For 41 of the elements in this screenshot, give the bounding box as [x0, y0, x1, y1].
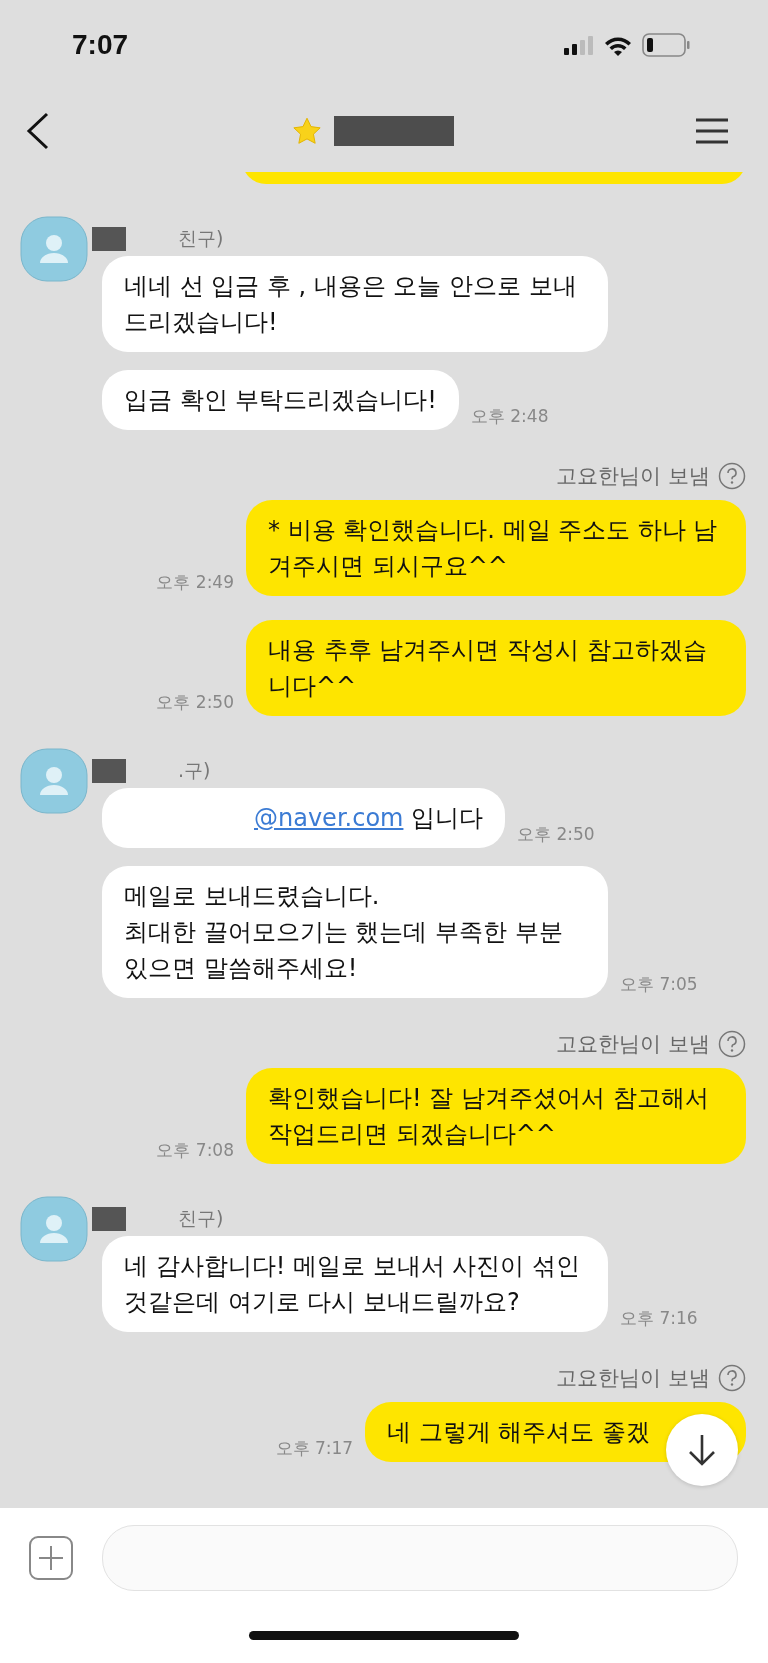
- message-time: 오후 7:16: [620, 1307, 698, 1330]
- status-time: 7:07: [72, 29, 129, 61]
- message-bubble: 네네 선 입금 후 , 내용은 오늘 안으로 보내드리겠습니다!: [102, 256, 608, 352]
- arrow-down-icon: [687, 1433, 717, 1467]
- back-icon[interactable]: [26, 112, 50, 150]
- message-time: 오후 2:49: [156, 571, 234, 594]
- wifi-icon: [604, 34, 632, 56]
- help-icon[interactable]: [718, 1364, 746, 1392]
- sender-note: 고요한님이 보냄: [556, 1031, 710, 1058]
- message-time: 오후 7:17: [275, 1437, 354, 1460]
- message-time: 오후 2:50: [156, 691, 234, 714]
- message-time: 오후 7:08: [156, 1139, 234, 1162]
- message-text: 입니다: [411, 804, 484, 832]
- signal-icon: [564, 35, 594, 55]
- message-time: 오후 2:50: [517, 823, 595, 846]
- message-bubble: 메일로 보내드렸습니다. 최대한 끌어모으기는 했는데 부족한 부분 있으면 말씀해주세요!: [102, 866, 608, 998]
- scroll-down-button[interactable]: [666, 1414, 738, 1486]
- sender-note: 고요한님이 보냄: [556, 463, 710, 490]
- help-icon[interactable]: [718, 1030, 746, 1058]
- message-bubble: 네 감사합니다! 메일로 보내서 사진이 섞인 것같은데 여기로 다시 보내드릴까요?: [102, 1236, 608, 1332]
- redaction-mark: [92, 759, 126, 783]
- avatar-icon[interactable]: [20, 1196, 88, 1262]
- message-time: 오후 2:48: [470, 405, 549, 428]
- message-bubble: 확인했습니다! 잘 남겨주셨어서 참고해서 작업드리면 되겠습니다^^: [246, 1068, 746, 1164]
- redaction-mark: [92, 227, 126, 251]
- sender-name: 친구): [178, 226, 224, 251]
- sender-name: .구): [178, 758, 211, 783]
- menu-icon[interactable]: [696, 118, 728, 144]
- message-bubble: 내용 추후 남겨주시면 작성시 참고하겠습니다^^: [246, 620, 746, 716]
- sender-name: 친구): [178, 1206, 224, 1231]
- avatar-icon[interactable]: [20, 216, 88, 282]
- help-icon[interactable]: [718, 462, 746, 490]
- redaction-mark: [92, 1207, 126, 1231]
- message-bubble: 입금 확인 부탁드리겠습니다!: [102, 370, 459, 430]
- battery-icon: [642, 33, 690, 57]
- email-link[interactable]: @naver.com: [254, 804, 404, 832]
- message-time: 오후 7:05: [620, 973, 698, 996]
- add-icon[interactable]: [28, 1535, 74, 1581]
- avatar-icon[interactable]: [20, 748, 88, 814]
- sender-note: 고요한님이 보냄: [556, 1365, 710, 1392]
- message-bubble: * 비용 확인했습니다. 메일 주소도 하나 남겨주시면 되시구요^^: [246, 500, 746, 596]
